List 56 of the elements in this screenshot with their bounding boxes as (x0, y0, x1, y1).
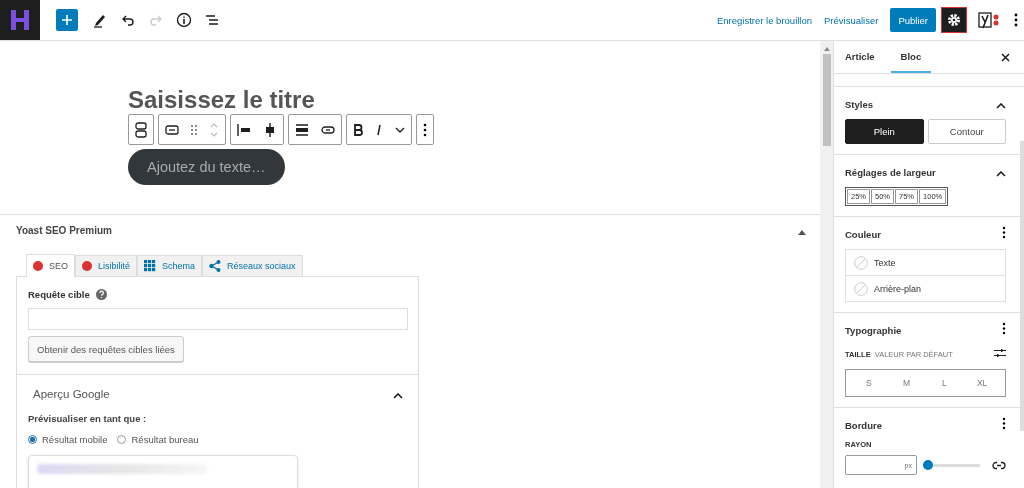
style-option-button[interactable]: Contour (927, 119, 1006, 144)
drag-handle-icon[interactable] (191, 124, 197, 135)
grid-icon (144, 260, 157, 272)
focus-keyphrase-field[interactable] (28, 308, 408, 330)
color-setting-item[interactable]: Texte (846, 250, 1005, 275)
font-size-option[interactable]: M (887, 370, 926, 396)
font-size-option[interactable]: S (850, 370, 888, 396)
panel-title: Couleur (845, 228, 881, 240)
panel-title: Typographie (845, 324, 902, 336)
panel-title: Styles (845, 98, 873, 110)
yoast-tab[interactable]: Schema (137, 255, 203, 276)
scrollbar-thumb[interactable] (822, 54, 831, 146)
no-color-icon (854, 281, 868, 296)
panel-title: Réglages de largeur (845, 166, 936, 178)
italic-icon[interactable] (375, 123, 383, 136)
post-title-placeholder[interactable]: Saisissez le titre (128, 87, 820, 113)
panel-title: Yoast SEO Premium (16, 224, 112, 236)
more-options-icon[interactable] (423, 122, 427, 137)
gear-icon (947, 13, 961, 27)
preview-mode-radio[interactable]: Résultat mobile (28, 434, 108, 445)
bold-icon[interactable] (353, 123, 363, 136)
preview-mode-radio[interactable]: Résultat bureau (117, 434, 199, 445)
yoast-tab[interactable]: Lisibilité (75, 255, 138, 276)
settings-button[interactable] (942, 8, 966, 32)
color-setting-item[interactable]: Arrière-plan (846, 275, 1005, 301)
related-keyphrases-button[interactable]: Obtenir des requêtes cibles liées (28, 336, 184, 362)
button-block-icon[interactable] (165, 124, 179, 135)
sidebar-tab[interactable]: Article (844, 41, 885, 73)
yoast-tab[interactable]: Réseaux sociaux (202, 255, 303, 276)
header-link-button[interactable]: Enregistrer le brouillon (711, 14, 819, 26)
button-text-placeholder[interactable]: Ajoutez du texte… (128, 149, 285, 185)
font-size-option[interactable]: L (925, 370, 964, 396)
share-icon (209, 260, 222, 272)
help-icon[interactable] (95, 289, 107, 300)
add-block-button[interactable] (56, 9, 78, 31)
logo-icon[interactable] (0, 0, 40, 40)
justify-left-icon[interactable] (237, 123, 251, 136)
header-link-button[interactable]: Prévisualiser (818, 14, 885, 26)
plus-icon (61, 14, 73, 26)
sidebar-tab[interactable]: Bloc (890, 41, 932, 73)
section-title: Aperçu Google (33, 388, 110, 400)
preview-mode-label: Prévisualiser en tant que : (28, 413, 148, 424)
panel-title: Bordure (845, 419, 882, 431)
no-color-icon (854, 255, 868, 270)
buttons-block-icon[interactable] (135, 121, 147, 138)
field-label: Requête cible (28, 289, 90, 300)
width-icon[interactable] (295, 123, 309, 136)
font-size-option[interactable]: XL (963, 370, 1001, 396)
publish-button[interactable]: Publier (890, 8, 936, 32)
sidebar-scrollbar[interactable] (1020, 141, 1024, 431)
scroll-up-icon[interactable] (823, 47, 830, 51)
chevron-down-icon[interactable] (395, 126, 405, 133)
yoast-tab[interactable]: SEO (26, 254, 75, 277)
link-icon[interactable] (321, 125, 335, 134)
style-option-button[interactable]: Plein (845, 119, 924, 144)
justify-center-icon[interactable] (263, 122, 277, 137)
